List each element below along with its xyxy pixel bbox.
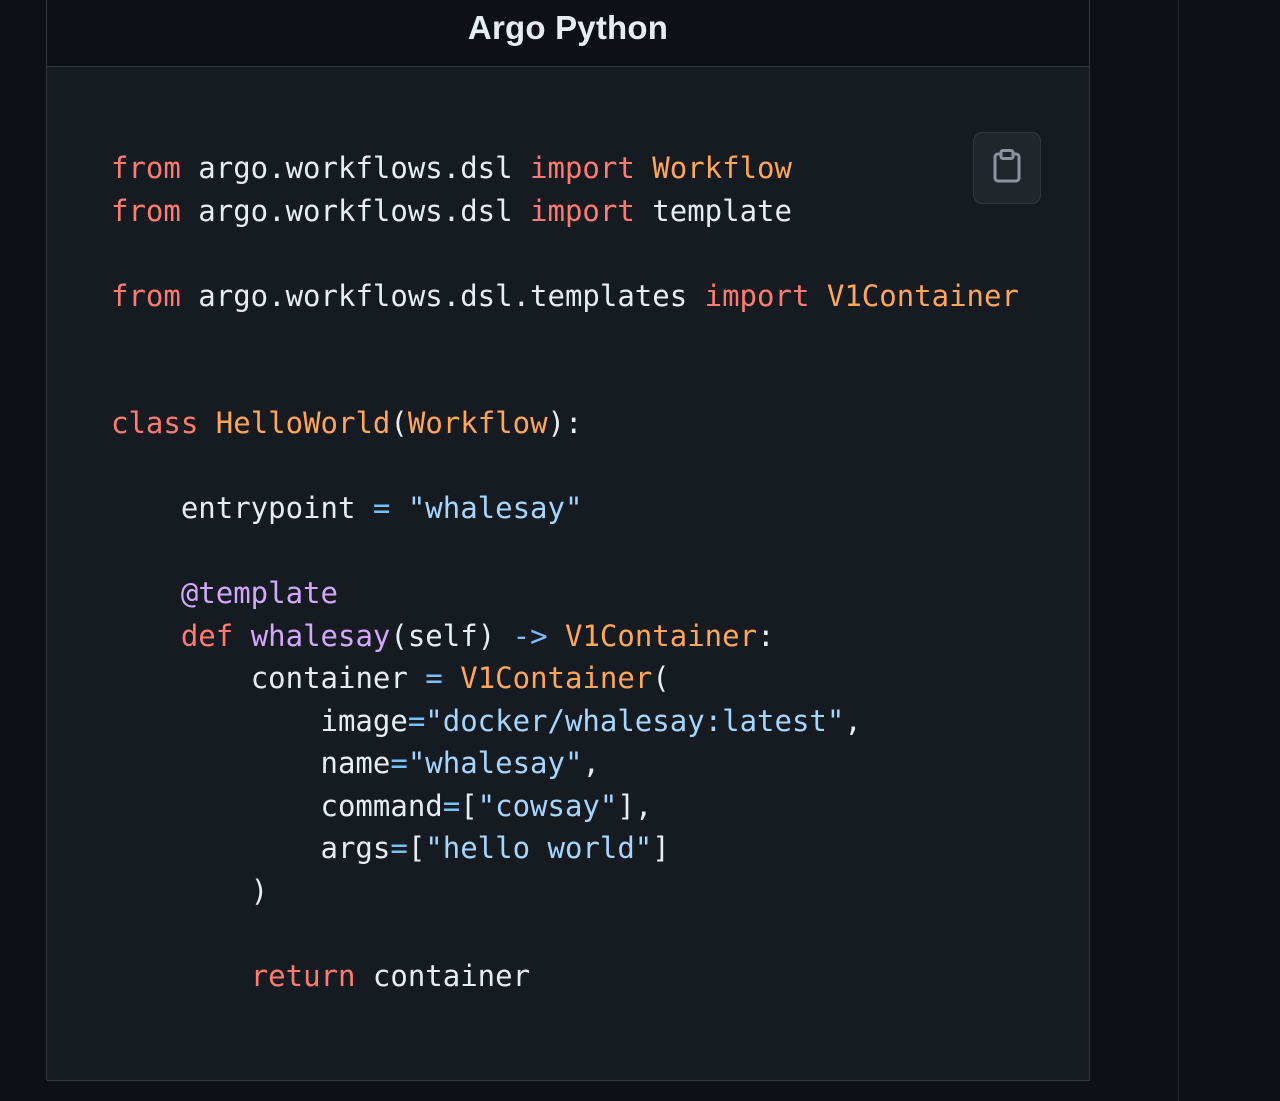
code-token: V1Container <box>460 661 653 695</box>
code-token: = <box>390 746 408 780</box>
code-token: V1Container <box>565 618 758 653</box>
code-token: ], <box>617 788 653 823</box>
code-token: ): <box>547 406 583 440</box>
code-token: = <box>425 661 443 695</box>
code-line: class HelloWorld(Workflow): <box>111 402 1019 445</box>
code-token: "whalesay" <box>407 491 583 525</box>
code-panel: Argo Python from argo.workflows.dsl impo… <box>47 0 1090 1081</box>
code-line: @template <box>111 572 1019 615</box>
code-token: = <box>372 491 391 525</box>
code-token: argo.workflows.dsl <box>180 193 531 228</box>
code-token: [ <box>407 831 426 865</box>
code-line: from argo.workflows.dsl.templates import… <box>111 275 1019 318</box>
code-token: args <box>320 831 391 865</box>
code-line: args=["hello world"] <box>111 827 1019 870</box>
panel-header: Argo Python <box>47 0 1089 67</box>
code-token: image <box>320 703 408 738</box>
code-token: from <box>111 193 181 228</box>
code-token: ( <box>652 661 670 695</box>
code-token: import <box>704 278 810 313</box>
code-line: name="whalesay", <box>111 742 1019 785</box>
code-line: entrypoint = "whalesay" <box>111 487 1019 530</box>
code-token: argo.workflows.dsl.templates <box>180 278 705 313</box>
page: Argo Python from argo.workflows.dsl impo… <box>0 0 1280 1101</box>
code-token: def <box>180 618 234 653</box>
code-token: "hello world" <box>425 831 653 865</box>
code-token: ] <box>652 831 670 865</box>
code-token: = <box>442 788 461 823</box>
code-token: , <box>582 746 600 780</box>
code-line: from argo.workflows.dsl import template <box>111 190 1019 233</box>
code-token: , <box>844 703 862 738</box>
code-token: ) <box>250 873 269 908</box>
clipboard-icon <box>992 148 1022 188</box>
code-token: entrypoint <box>180 491 373 525</box>
code-token: command <box>320 788 443 823</box>
code-line: def whalesay(self) -> V1Container: <box>111 615 1019 658</box>
code-token: "whalesay" <box>407 746 583 780</box>
code-token: whalesay <box>250 618 391 653</box>
code-token: template <box>634 193 792 228</box>
code-token: @template <box>180 576 338 610</box>
code-line: ) <box>111 870 1019 913</box>
code-token: argo.workflows.dsl <box>180 151 531 185</box>
code-line: container = V1Container( <box>111 657 1019 700</box>
code-token: from <box>111 151 181 185</box>
code-token: V1Container <box>826 278 1019 313</box>
code-token: = <box>407 703 426 738</box>
code-token: container <box>250 661 426 695</box>
code-token: ( <box>390 406 408 440</box>
code-token: "docker/whalesay:latest" <box>425 703 845 738</box>
code-line: return container <box>111 955 1019 998</box>
code-block: from argo.workflows.dsl import Workflow f… <box>47 67 1089 1080</box>
panel-title: Argo Python <box>467 9 669 46</box>
code-line: command=["cowsay"], <box>111 785 1019 828</box>
code-token: import <box>530 151 635 185</box>
code-token: Workflow <box>652 151 792 185</box>
code-token: -> <box>512 618 548 653</box>
code-content: from argo.workflows.dsl import Workflow f… <box>111 147 1019 997</box>
code-token: import <box>530 193 635 228</box>
code-line: from argo.workflows.dsl import Workflow <box>111 147 1019 190</box>
code-token: class <box>111 406 199 440</box>
copy-button[interactable] <box>973 132 1041 204</box>
code-token: : <box>757 618 775 653</box>
code-token: from <box>111 278 181 313</box>
code-token: (self) <box>390 618 513 653</box>
code-token: return <box>250 958 356 993</box>
right-divider <box>1178 0 1179 1101</box>
code-token: name <box>320 746 391 780</box>
code-token: = <box>390 831 408 865</box>
code-token: Workflow <box>407 406 548 440</box>
code-token: container <box>355 958 531 993</box>
code-line: image="docker/whalesay:latest", <box>111 700 1019 743</box>
code-token: HelloWorld <box>215 406 391 440</box>
code-token: "cowsay" <box>477 788 618 823</box>
code-token: [ <box>460 788 478 823</box>
